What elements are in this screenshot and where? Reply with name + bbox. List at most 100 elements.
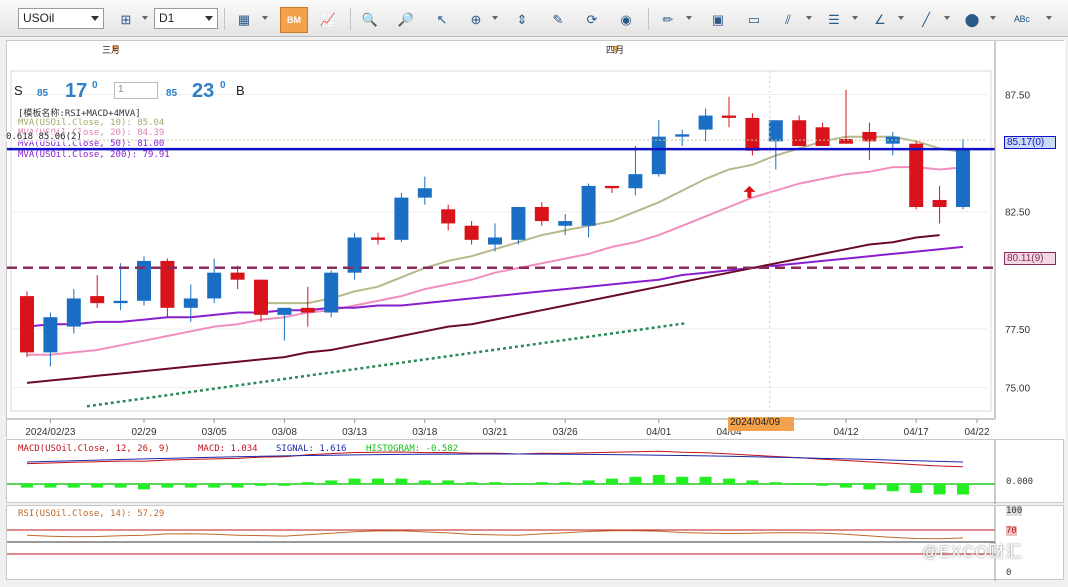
- x-tick-label: 2024/02/23: [25, 427, 75, 438]
- chevron-down-icon[interactable]: [806, 16, 812, 20]
- current-price-tag: 85.17(0): [1004, 136, 1056, 149]
- macd-title: MACD(USOil.Close, 12, 26, 9): [18, 444, 170, 454]
- quantity-input[interactable]: 1: [114, 82, 158, 99]
- signal-line: [26, 453, 964, 463]
- timeframe-select[interactable]: D1: [154, 8, 218, 29]
- candle-body: [20, 296, 34, 353]
- candle-body: [745, 117, 760, 151]
- macd-histogram-bar: [348, 478, 361, 484]
- macd-histogram-bar: [676, 476, 689, 484]
- chevron-down-icon[interactable]: [492, 16, 498, 20]
- macd-histogram-bar: [418, 480, 431, 484]
- candle-body: [66, 298, 81, 327]
- chevron-down-icon: [91, 16, 99, 21]
- buy-button[interactable]: B: [236, 83, 245, 98]
- candle-body: [324, 272, 339, 313]
- bm-button[interactable]: BM: [280, 7, 308, 33]
- crosshair-icon[interactable]: ⊕: [462, 7, 490, 33]
- macd-histogram-bar: [535, 482, 548, 484]
- quote-widget[interactable]: S 85 17 0 1 85 23 0 B: [10, 80, 250, 104]
- rsi-panel[interactable]: [6, 505, 1065, 581]
- chevron-down-icon[interactable]: [898, 16, 904, 20]
- mva200-legend: MVA(USOil.Close, 200): 79.91: [18, 150, 170, 160]
- buy-price-big: 23: [192, 80, 215, 102]
- chevron-down-icon[interactable]: [142, 16, 148, 20]
- macd-histogram-bar: [395, 478, 408, 484]
- zoom-in-icon[interactable]: 🔍: [356, 7, 384, 33]
- bar-chart-icon[interactable]: ▦: [230, 7, 258, 33]
- chevron-down-icon[interactable]: [262, 16, 268, 20]
- edit-icon[interactable]: ✎: [544, 7, 572, 33]
- macd-histogram-bar: [840, 484, 852, 488]
- macd-histogram-bar: [372, 478, 384, 484]
- macd-histogram-bar: [138, 484, 150, 490]
- candle-body: [113, 300, 128, 304]
- candle-body: [651, 136, 666, 175]
- symbol-select[interactable]: USOil: [18, 8, 104, 29]
- candle-body: [792, 120, 807, 147]
- macd-histogram-bar: [278, 484, 291, 486]
- ruler-icon[interactable]: ⇕: [508, 7, 536, 33]
- pencil-icon[interactable]: ✏: [654, 7, 682, 33]
- rsi-chart[interactable]: [7, 506, 1065, 581]
- divider: [648, 8, 649, 30]
- highlight-date-tag: 2024/04/09: [728, 417, 794, 431]
- macd-histogram-bar: [91, 484, 104, 488]
- indicator-icon[interactable]: ⊞: [112, 7, 140, 33]
- macd-zero-tick: 0.000: [1006, 477, 1034, 487]
- sell-button[interactable]: S: [14, 83, 23, 98]
- chevron-down-icon[interactable]: [1046, 16, 1052, 20]
- sell-price-big: 17: [65, 80, 88, 102]
- window-icon[interactable]: ▭: [740, 7, 768, 33]
- x-tick-label: 03/26: [553, 427, 578, 438]
- macd-histogram-bar: [21, 484, 33, 488]
- candle-body: [43, 317, 58, 353]
- rsi-tick-100: 100: [1006, 506, 1023, 516]
- candle-body: [675, 134, 690, 137]
- globe-icon[interactable]: ◉: [612, 7, 640, 33]
- draw-lines-icon[interactable]: ⫽: [774, 7, 802, 33]
- macd-histogram-bar: [512, 484, 525, 485]
- x-tick-label: 03/05: [202, 427, 227, 438]
- macd-histogram-bar: [301, 482, 314, 484]
- candle-body: [815, 127, 830, 147]
- zoom-out-icon[interactable]: 🔎: [392, 7, 420, 33]
- chevron-down-icon[interactable]: [686, 16, 692, 20]
- angle-icon[interactable]: ∠: [866, 7, 894, 33]
- candle-body: [839, 139, 853, 144]
- x-tick-label: 03/08: [272, 427, 297, 438]
- candle-body: [254, 279, 268, 315]
- x-tick-label: 03/13: [342, 427, 367, 438]
- candle-body: [230, 272, 245, 280]
- candle-body: [394, 197, 409, 240]
- chevron-down-icon: [205, 16, 213, 21]
- macd-histogram-bar: [231, 484, 244, 488]
- picture-icon[interactable]: ▣: [704, 7, 732, 33]
- macd-histogram-bar: [629, 476, 642, 484]
- macd-histogram-bar: [816, 484, 829, 486]
- candle-body: [511, 207, 526, 240]
- level-price-tag: 80.11(9): [1004, 252, 1056, 265]
- x-tick-label: 03/18: [412, 427, 437, 438]
- macd-histogram-bar: [793, 484, 806, 485]
- cursor-icon[interactable]: ↖: [428, 7, 456, 33]
- toolbar: USOil ⊞ D1 ▦ BM 📈 🔍 🔎 ↖ ⊕ ⇕ ✎ ⟳ ◉ ✏ ▣ ▭ …: [0, 0, 1068, 37]
- candle-body: [371, 237, 385, 240]
- candle-body: [581, 185, 596, 226]
- text-icon[interactable]: ᴬᴮᶜ: [1008, 7, 1036, 33]
- refresh-icon[interactable]: ⟳: [578, 7, 606, 33]
- chevron-down-icon[interactable]: [944, 16, 950, 20]
- settings-icon[interactable]: ☰: [820, 7, 848, 33]
- candle-body: [956, 148, 970, 207]
- x-tick-label: 02/29: [131, 427, 156, 438]
- macd-histogram-bar: [863, 484, 876, 490]
- chevron-down-icon[interactable]: [990, 16, 996, 20]
- macd-histogram-bar: [769, 482, 782, 484]
- candle-body: [90, 296, 105, 304]
- circle-icon[interactable]: ⬤: [958, 7, 986, 33]
- line-chart-icon[interactable]: 📈: [314, 7, 342, 33]
- y-tick-label: 82.50: [1005, 208, 1030, 219]
- trendline-icon[interactable]: ╱: [912, 7, 940, 33]
- macd-histogram-bar: [465, 482, 478, 484]
- chevron-down-icon[interactable]: [852, 16, 858, 20]
